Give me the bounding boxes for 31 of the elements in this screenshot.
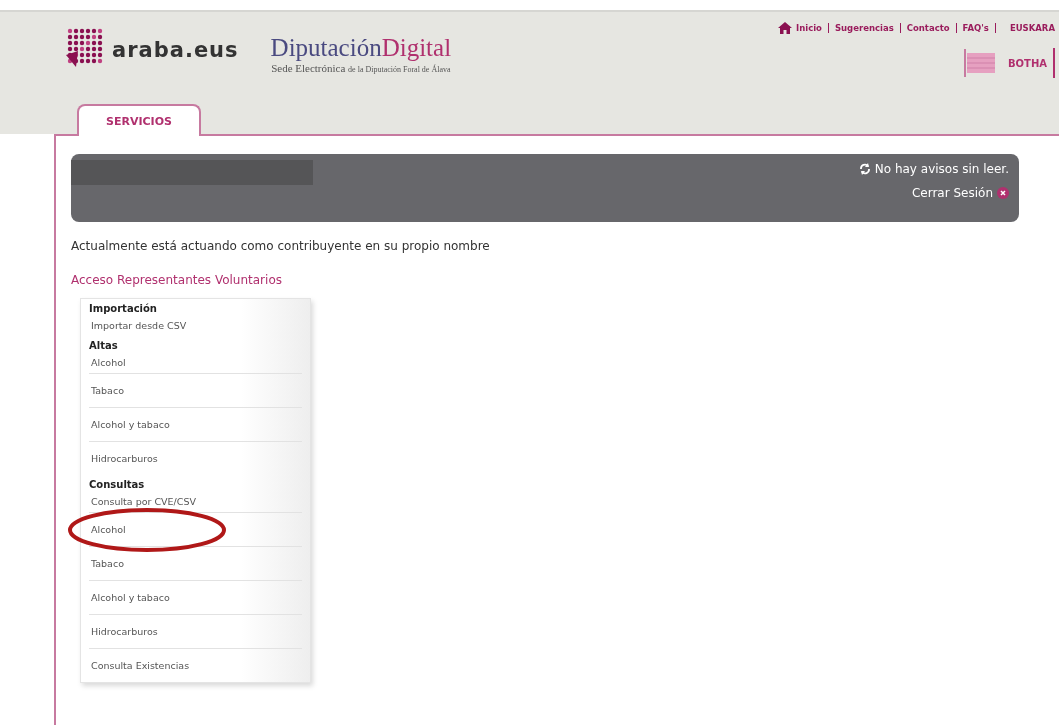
refresh-icon[interactable] [858, 163, 871, 175]
menu-group-title: Consultas [88, 478, 146, 490]
status-text: Actualmente está actuando como contribuyente en su propio nombre [71, 239, 491, 253]
nav-link[interactable]: Sugerencias [834, 23, 894, 33]
nav-link[interactable]: Inicio [796, 23, 822, 33]
logout-link[interactable]: Cerrar Sesión [911, 186, 993, 200]
menu-item[interactable]: Tabaco [89, 558, 124, 569]
nav-link[interactable]: FAQ's [962, 23, 989, 33]
notices-text: No hay avisos sin leer. [874, 162, 1009, 176]
nav-link[interactable]: EUSKARA [1009, 23, 1055, 33]
menu-item[interactable]: Hidrocarburos [89, 453, 158, 464]
close-icon[interactable] [997, 187, 1009, 199]
brand-title: DiputaciónDigital [270, 34, 452, 62]
menu-item[interactable]: Hidrocarburos [89, 626, 158, 637]
menu-item[interactable]: Consulta Existencias [89, 660, 190, 671]
menu-group-title: Importación [88, 302, 158, 314]
menu-item[interactable]: Alcohol y tabaco [89, 592, 170, 603]
menu-item[interactable]: Tabaco [89, 385, 124, 396]
menu-item[interactable]: Importar desde CSV [89, 319, 187, 331]
menu-group-title: Altas [88, 339, 119, 351]
nav-link[interactable]: Contacto [906, 23, 950, 33]
menu-item[interactable]: Alcohol [89, 356, 126, 368]
menu-item[interactable]: Alcohol y tabaco [89, 419, 170, 430]
home-icon[interactable] [778, 22, 792, 34]
representatives-link[interactable]: Acceso Representantes Voluntarios [71, 273, 282, 287]
tab[interactable]: SERVICIOS [77, 104, 201, 136]
menu-item[interactable]: Consulta por CVE/CSV [89, 495, 196, 507]
menu-item[interactable]: Alcohol [89, 524, 126, 535]
brand-subtitle: Sede Electrónica de la Diputación Foral de Álava [271, 62, 451, 74]
logo-text[interactable]: araba.eus [112, 38, 239, 62]
botha-link[interactable]: BOTHA [1007, 57, 1047, 69]
